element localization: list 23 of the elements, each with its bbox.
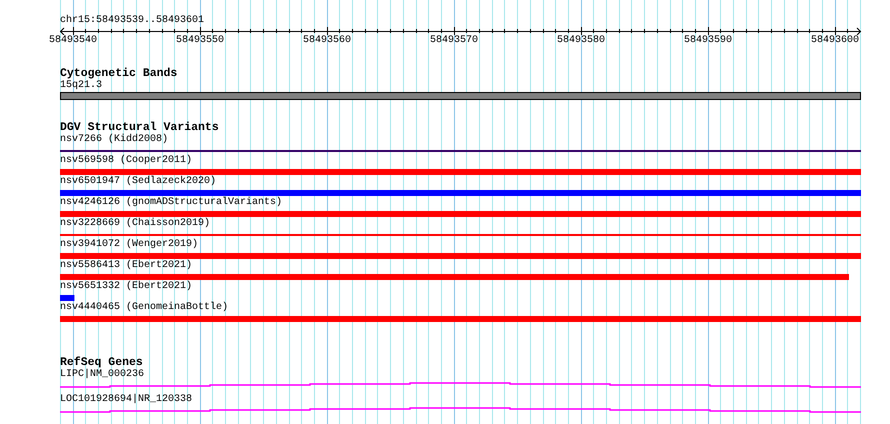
variant-label: nsv5651332 (Ebert2021) xyxy=(60,281,192,293)
variant-label: nsv4440465 (GenomeinaBottle) xyxy=(60,302,228,314)
ruler-tick-label: 58493580 xyxy=(557,35,605,47)
track-title: DGV Structural Variants xyxy=(60,121,219,134)
ruler-tick-label: 58493570 xyxy=(430,35,478,47)
variant-label: nsv4246126 (gnomADStructuralVariants) xyxy=(60,197,282,209)
variant-label: nsv569598 (Cooper2011) xyxy=(60,155,192,167)
ruler-tick-label: 58493540 xyxy=(49,35,97,47)
gene-label: LIPC|NM_000236 xyxy=(60,369,144,381)
ruler-tick-label: 58493600 xyxy=(811,35,859,47)
ruler-tick-label: 58493560 xyxy=(303,35,351,47)
variant-label: nsv6501947 (Sedlazeck2020) xyxy=(60,176,216,188)
gene-label: LOC101928694|NR_120338 xyxy=(60,394,192,406)
ruler-range-label: chr15:58493539..58493601 xyxy=(60,15,204,27)
variant-label: nsv3228669 (Chaisson2019) xyxy=(60,218,210,230)
band-label: 15q21.3 xyxy=(60,80,102,92)
variant-label: nsv3941072 (Wenger2019) xyxy=(60,239,198,251)
ruler-tick-label: 58493550 xyxy=(176,35,224,47)
track-title: Cytogenetic Bands xyxy=(60,67,178,80)
variant-label: nsv5586413 (Ebert2021) xyxy=(60,260,192,272)
track-title: RefSeq Genes xyxy=(60,356,143,369)
variant-label: nsv7266 (Kidd2008) xyxy=(60,134,168,146)
ruler-tick-label: 58493590 xyxy=(684,35,732,47)
